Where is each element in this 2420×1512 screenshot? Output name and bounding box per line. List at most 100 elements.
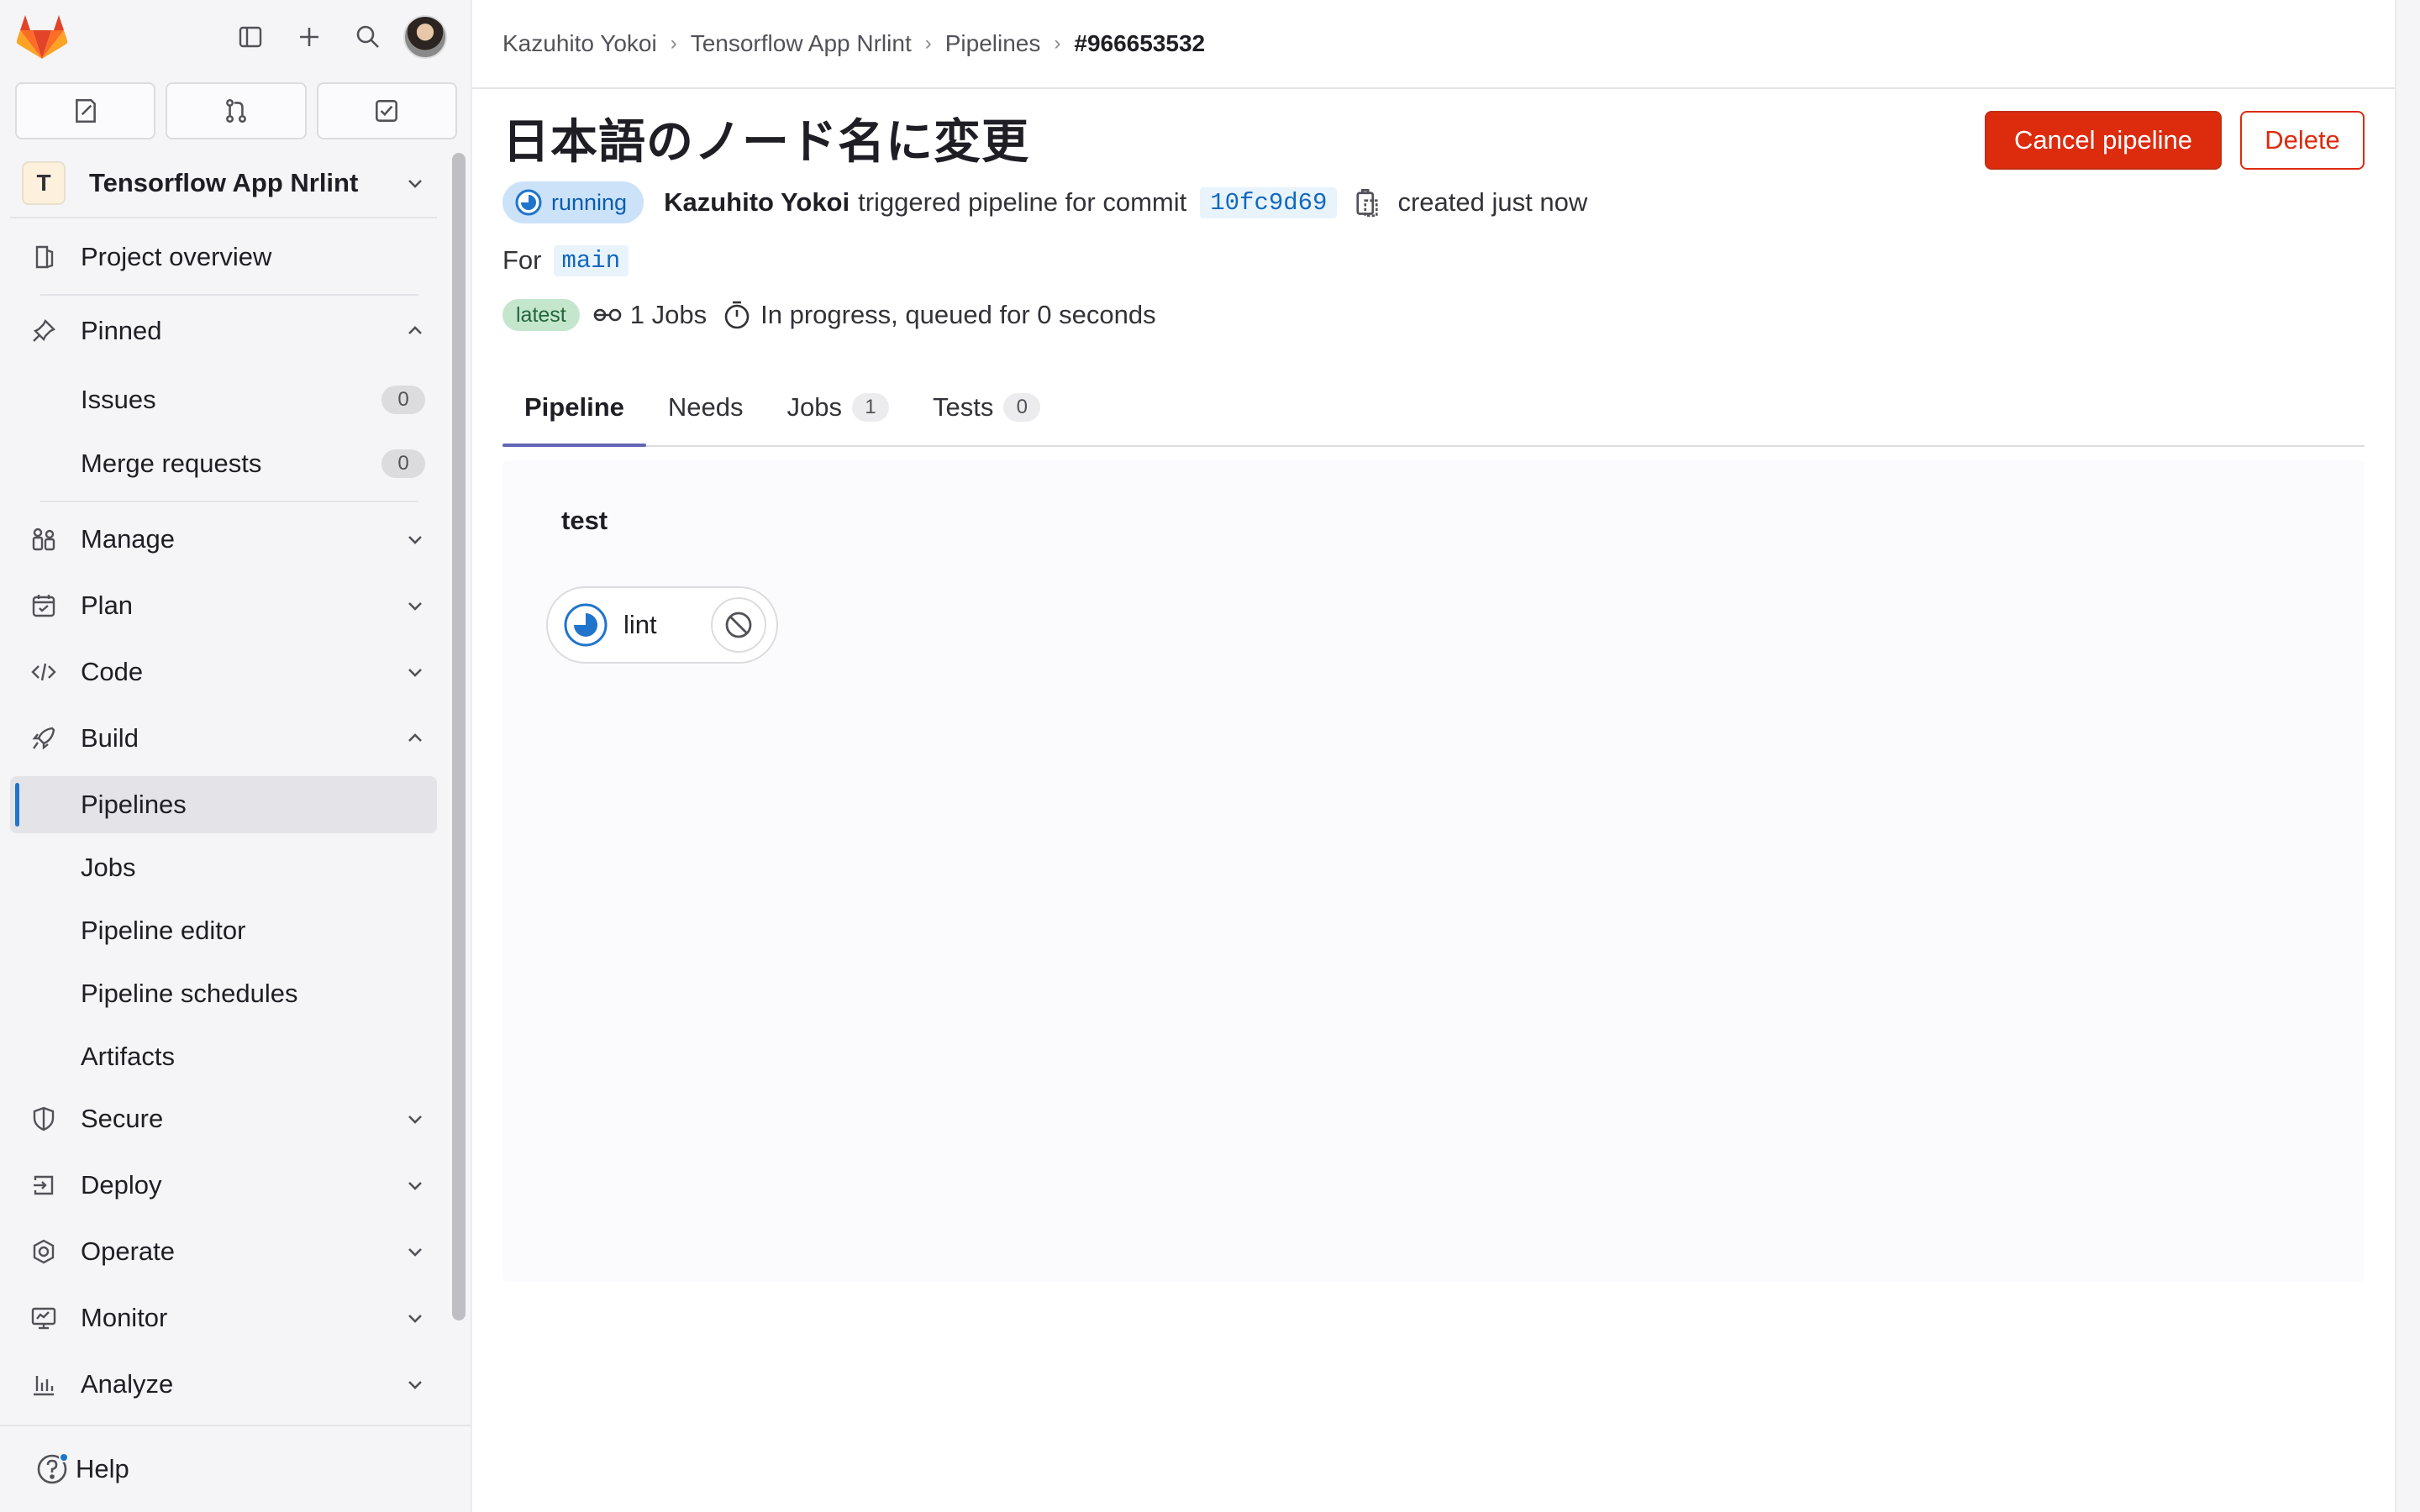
nav-build[interactable]: Build <box>10 710 437 767</box>
help-label: Help <box>76 1454 129 1483</box>
nav-pinned[interactable]: Pinned <box>10 302 437 360</box>
build-icon <box>27 722 60 755</box>
nav-secure[interactable]: Secure <box>10 1090 437 1147</box>
nav-label: Operate <box>81 1236 176 1266</box>
cancel-pipeline-button[interactable]: Cancel pipeline <box>1985 111 2222 170</box>
nav-analyze[interactable]: Analyze <box>10 1356 437 1413</box>
breadcrumb: Kazuhito Yokoi › Tensorflow App Nrlint ›… <box>502 25 1205 62</box>
breadcrumb-separator: › <box>670 32 677 55</box>
issues-quick-button[interactable] <box>15 82 156 139</box>
nav-label: Analyze <box>81 1369 174 1399</box>
sidebar-item-pipeline-editor[interactable]: Pipeline editor <box>10 902 437 959</box>
nav-label: Pipeline editor <box>81 916 246 945</box>
sidebar-item-jobs[interactable]: Jobs <box>10 839 437 896</box>
plus-icon[interactable] <box>292 20 326 54</box>
plan-icon <box>27 589 60 622</box>
code-icon <box>27 655 60 689</box>
operate-icon <box>27 1235 60 1268</box>
ref-link[interactable]: main <box>553 244 629 276</box>
chevron-down-icon <box>403 1306 427 1330</box>
breadcrumb-current[interactable]: #966653532 <box>1074 30 1205 57</box>
nav-label: Project overview <box>81 242 272 271</box>
page-edge <box>2395 0 2420 1512</box>
running-icon <box>514 188 543 217</box>
job-item[interactable]: lint <box>546 586 778 664</box>
sidebar-item-pipeline-schedules[interactable]: Pipeline schedules <box>10 965 437 1022</box>
nav-project-overview[interactable]: Project overview <box>10 228 437 286</box>
tab-count: 0 <box>1003 393 1041 422</box>
sidebar-scrollbar[interactable] <box>452 153 466 1320</box>
latest-badge: latest <box>502 299 580 331</box>
breadcrumb-separator: › <box>1054 32 1061 55</box>
nav-label: Pipeline schedules <box>81 979 298 1008</box>
sidebar-item-merge-requests[interactable]: Merge requests 0 <box>10 435 437 492</box>
gitlab-logo[interactable] <box>17 15 67 60</box>
nav-label: Issues <box>81 385 156 414</box>
search-icon[interactable] <box>351 20 385 54</box>
analyze-icon <box>27 1368 60 1401</box>
sidebar-top-bar <box>0 0 472 74</box>
notification-dot <box>59 1452 69 1462</box>
nav-label: Deploy <box>81 1170 162 1200</box>
status-badge[interactable]: running <box>502 181 644 223</box>
nav-monitor[interactable]: Monitor <box>10 1289 437 1347</box>
sidebar-item-pipelines[interactable]: Pipelines <box>10 776 437 833</box>
overview-icon <box>27 240 60 274</box>
nav-code[interactable]: Code <box>10 643 437 701</box>
delete-button[interactable]: Delete <box>2240 111 2365 170</box>
deploy-icon <box>27 1168 60 1202</box>
job-name: lint <box>623 610 657 639</box>
main-content: Kazuhito Yokoi › Tensorflow App Nrlint ›… <box>472 0 2395 1512</box>
sidebar-nav: T Tensorflow App Nrlint Project overview… <box>0 150 447 1420</box>
sidebar-item-issues[interactable]: Issues 0 <box>10 371 437 428</box>
tab-tests[interactable]: Tests 0 <box>911 370 1062 445</box>
timer-icon <box>722 300 752 330</box>
sidebar-item-artifacts[interactable]: Artifacts <box>10 1028 437 1085</box>
manage-icon <box>27 522 60 556</box>
chevron-down-icon <box>403 1107 427 1131</box>
chevron-up-icon <box>403 727 427 750</box>
nav-manage[interactable]: Manage <box>10 511 437 568</box>
tab-needs[interactable]: Needs <box>646 370 765 445</box>
breadcrumb-user[interactable]: Kazuhito Yokoi <box>502 30 657 57</box>
pipeline-ref-row: For main <box>502 239 629 282</box>
merge-requests-quick-button[interactable] <box>166 82 307 139</box>
copy-icon[interactable] <box>1352 187 1382 218</box>
created-text: created just now <box>1397 187 1588 217</box>
chevron-down-icon <box>403 1240 427 1263</box>
tab-count: 1 <box>851 393 889 422</box>
pipeline-user[interactable]: Kazuhito Yokoi <box>664 187 850 218</box>
nav-label: Merge requests <box>81 449 262 478</box>
nav-deploy[interactable]: Deploy <box>10 1157 437 1214</box>
help-icon <box>35 1452 69 1486</box>
project-switcher[interactable]: T Tensorflow App Nrlint <box>10 150 437 218</box>
cancel-job-button[interactable] <box>711 597 766 653</box>
project-name: Tensorflow App Nrlint <box>89 168 359 197</box>
pin-icon <box>27 314 60 348</box>
merge-request-icon <box>222 97 250 125</box>
tab-jobs[interactable]: Jobs 1 <box>765 370 910 445</box>
nav-label: Artifacts <box>81 1042 175 1071</box>
nav-label: Pipelines <box>81 790 187 819</box>
project-avatar: T <box>22 161 66 205</box>
nav-label: Build <box>81 723 139 753</box>
nav-label: Pinned <box>81 316 162 345</box>
sidebar-toggle-icon[interactable] <box>234 20 267 54</box>
jobs-count: 1 Jobs <box>629 300 708 329</box>
nav-plan[interactable]: Plan <box>10 577 437 634</box>
avatar[interactable] <box>403 15 447 59</box>
pipeline-stats-row: latest 1 Jobs In progress, queued for 0 … <box>502 294 1156 336</box>
nav-label: Monitor <box>81 1303 168 1332</box>
count-badge: 0 <box>381 449 425 478</box>
nav-operate[interactable]: Operate <box>10 1223 437 1280</box>
breadcrumb-project[interactable]: Tensorflow App Nrlint <box>691 30 912 57</box>
count-badge: 0 <box>381 386 425 414</box>
tab-pipeline[interactable]: Pipeline <box>502 370 646 447</box>
triggered-text: triggered pipeline for commit <box>858 187 1187 217</box>
todo-quick-button[interactable] <box>316 82 457 139</box>
help-button[interactable]: Help <box>0 1425 471 1512</box>
nav-label: Jobs <box>81 853 136 882</box>
breadcrumb-pipelines[interactable]: Pipelines <box>945 30 1041 57</box>
commit-link[interactable]: 10fc9d69 <box>1200 186 1338 218</box>
chevron-down-icon <box>403 528 427 551</box>
